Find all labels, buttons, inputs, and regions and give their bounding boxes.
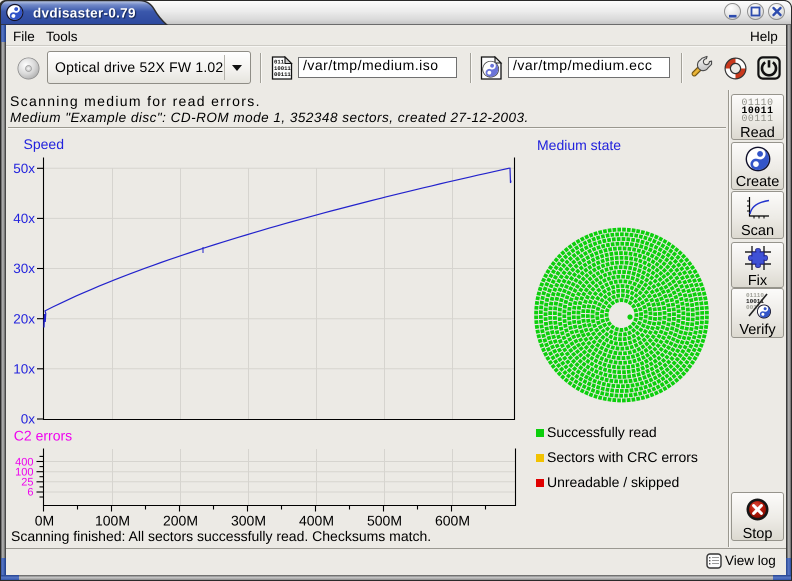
svg-text:0x: 0x bbox=[21, 412, 36, 427]
svg-text:Speed: Speed bbox=[24, 136, 64, 152]
svg-text:6: 6 bbox=[27, 487, 33, 499]
svg-text:20x: 20x bbox=[13, 312, 35, 327]
svg-text:600M: 600M bbox=[435, 513, 470, 529]
svg-text:200M: 200M bbox=[163, 513, 198, 529]
svg-text:400M: 400M bbox=[299, 513, 334, 529]
svg-text:100M: 100M bbox=[95, 513, 130, 529]
svg-text:40x: 40x bbox=[13, 211, 35, 226]
svg-text:dvdisaster-0.79: dvdisaster-0.79 bbox=[33, 6, 136, 21]
svg-text:C2 errors: C2 errors bbox=[14, 428, 72, 444]
svg-text:50x: 50x bbox=[13, 161, 35, 176]
svg-text:30x: 30x bbox=[13, 261, 35, 276]
svg-text:500M: 500M bbox=[367, 513, 402, 529]
svg-text:10x: 10x bbox=[13, 362, 35, 377]
svg-text:0M: 0M bbox=[35, 513, 54, 529]
svg-text:300M: 300M bbox=[231, 513, 266, 529]
svg-text:00111: 00111 bbox=[274, 71, 291, 78]
